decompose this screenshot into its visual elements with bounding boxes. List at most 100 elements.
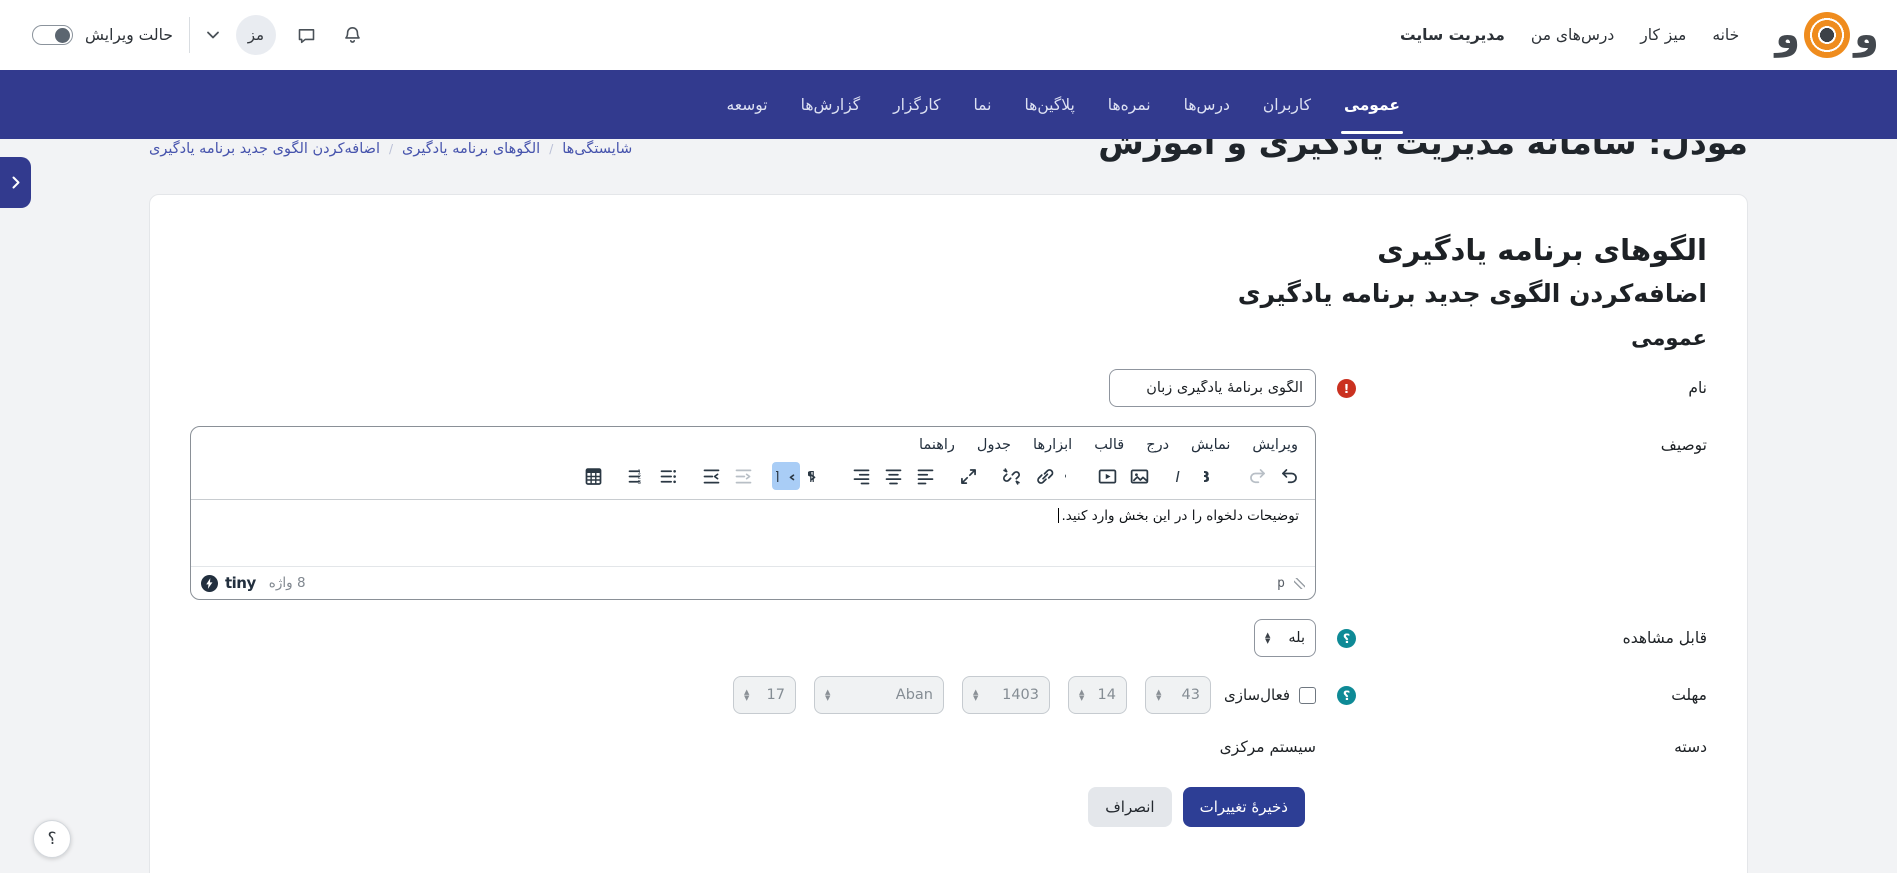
notifications-bell-icon[interactable] (338, 20, 368, 50)
outdent-icon[interactable] (697, 462, 725, 490)
breadcrumb-link[interactable]: الگوهای برنامه یادگیری (402, 141, 540, 157)
topbar-link[interactable]: خانه (1712, 22, 1739, 48)
navbar-tab[interactable]: کارگزار (893, 70, 940, 139)
topbar-nav: خانه میز کار درس‌های من مدیریت سایت (1400, 22, 1739, 48)
select-arrows-icon: ▲▼ (1156, 689, 1161, 701)
site-logo[interactable]: و وبو و (1775, 12, 1879, 58)
month-select[interactable]: Aban▲▼ (814, 676, 944, 714)
rtl-icon[interactable] (772, 462, 800, 490)
duedate-enable-checkbox[interactable] (1299, 687, 1316, 704)
editor-menu-item[interactable]: نمایش (1182, 433, 1239, 457)
text-caret (1058, 508, 1060, 523)
day-select-value: 17 (767, 687, 785, 703)
user-menu-chevron-down-icon[interactable] (206, 31, 220, 40)
tiny-logo-icon[interactable] (201, 575, 218, 592)
help-fab-button[interactable]: ؟ (33, 820, 71, 858)
category-row: دسته سیستم مرکزی (190, 738, 1707, 756)
fullscreen-icon[interactable] (954, 462, 982, 490)
topbar-link[interactable]: میز کار (1640, 22, 1686, 48)
help-icon[interactable]: ؟ (1337, 629, 1356, 648)
duedate-selects: 43 ▲▼ 14 ▲▼ 1403▲▼ Aban▲▼ 17 ▲▼ (733, 676, 1211, 714)
tiny-brand-label[interactable]: tiny (225, 574, 256, 592)
breadcrumb-separator: / (549, 142, 553, 156)
select-arrows-icon: ▲▼ (1079, 689, 1084, 701)
select-arrows-icon: ▲▼ (744, 689, 749, 701)
element-path[interactable]: p (1277, 576, 1285, 591)
editor-menu-item[interactable]: درج (1137, 433, 1178, 457)
bold-icon[interactable] (1200, 462, 1228, 490)
breadcrumb-link[interactable]: شایستگی‌ها (562, 141, 632, 157)
divider (189, 17, 190, 53)
select-arrows-icon: ▲▼ (1265, 632, 1270, 644)
editor-menu-item[interactable]: جدول (968, 433, 1020, 457)
navbar-tab[interactable]: درس‌ها (1184, 70, 1230, 139)
image-icon[interactable] (1125, 462, 1153, 490)
minute-select-value: 43 (1182, 687, 1200, 703)
editor-menu-item[interactable]: راهنما (910, 433, 964, 457)
h5p-icon[interactable] (1061, 462, 1089, 490)
align-left-icon[interactable] (911, 462, 939, 490)
link-icon[interactable] (1029, 462, 1057, 490)
minute-select[interactable]: 43 ▲▼ (1145, 676, 1211, 714)
editor-resize-handle[interactable] (1294, 578, 1305, 589)
description-row: توصیف ویرایشنمایشدرجقالبابزارهاجدولراهنم… (190, 426, 1707, 600)
navbar-tab[interactable]: نمره‌ها (1108, 70, 1151, 139)
editor-content[interactable]: توضیحات دلخواه را در این بخش وارد کنید. (191, 500, 1315, 566)
drawer-open-chevron-icon[interactable] (0, 157, 31, 208)
editor-text: توضیحات دلخواه را در این بخش وارد کنید. (1061, 508, 1299, 524)
name-input[interactable] (1109, 369, 1316, 407)
category-label: دسته (1377, 738, 1707, 756)
duedate-label: مهلت (1377, 686, 1707, 704)
tiny-editor: ویرایشنمایشدرجقالبابزارهاجدولراهنما توضی… (190, 426, 1316, 600)
navbar-tab[interactable]: پلاگین‌ها (1024, 70, 1074, 139)
logo-ring-icon (1804, 12, 1850, 58)
help-icon[interactable]: ؟ (1337, 686, 1356, 705)
ltr-icon[interactable] (804, 462, 832, 490)
day-select[interactable]: 17 ▲▼ (733, 676, 796, 714)
topbar-link[interactable]: درس‌های من (1531, 22, 1614, 48)
logo-letter: و (1775, 15, 1800, 55)
numlist-icon[interactable] (622, 462, 650, 490)
form-card: الگوهای برنامه یادگیری اضافه‌کردن الگوی … (149, 194, 1748, 873)
section-heading: الگوهای برنامه یادگیری (190, 233, 1707, 267)
editor-menu-item[interactable]: ویرایش (1243, 433, 1307, 457)
duedate-row: مهلت ؟ فعال‌سازی 43▲▼14▲▼1403▲▼Aban▲▼17▲… (190, 676, 1707, 714)
media-icon[interactable] (1093, 462, 1121, 490)
navbar-tab[interactable]: عمومی (1344, 70, 1400, 139)
navbar-tab[interactable]: نما (973, 70, 991, 139)
user-avatar[interactable]: مز (236, 15, 276, 55)
table-icon[interactable] (579, 462, 607, 490)
navbar-tab[interactable]: توسعه (726, 70, 767, 139)
topbar-link[interactable]: مدیریت سایت (1400, 22, 1505, 48)
navbar-tab[interactable]: گزارش‌ها (801, 70, 861, 139)
bullist-icon[interactable] (654, 462, 682, 490)
editor-menu-item[interactable]: ابزارها (1024, 433, 1081, 457)
navbar-tab[interactable]: کاربران (1263, 70, 1311, 139)
redo-icon[interactable] (1243, 462, 1271, 490)
year-select[interactable]: 1403▲▼ (962, 676, 1050, 714)
logo-letter: و (1854, 15, 1879, 55)
visible-select-value: بله (1288, 630, 1305, 646)
hour-select-value: 14 (1098, 687, 1116, 703)
cancel-button[interactable]: انصراف (1088, 787, 1171, 827)
indent-icon[interactable] (729, 462, 757, 490)
align-right-icon[interactable] (847, 462, 875, 490)
save-button[interactable]: ذخیرهٔ تغییرات (1183, 787, 1305, 827)
visible-row: قابل مشاهده ؟ بله ▲▼ (190, 619, 1707, 657)
visible-select[interactable]: بله ▲▼ (1254, 619, 1316, 657)
editor-menubar: ویرایشنمایشدرجقالبابزارهاجدولراهنما (191, 427, 1315, 457)
italic-icon[interactable] (1168, 462, 1196, 490)
undo-icon[interactable] (1275, 462, 1303, 490)
unlink-icon[interactable] (997, 462, 1025, 490)
breadcrumb-link[interactable]: اضافه‌کردن الگوی جدید برنامه یادگیری (149, 141, 380, 157)
month-select-value: Aban (896, 687, 933, 703)
visible-label: قابل مشاهده (1377, 629, 1707, 647)
edit-mode-toggle[interactable] (32, 25, 73, 45)
name-label: نام (1377, 379, 1707, 397)
align-center-icon[interactable] (879, 462, 907, 490)
hour-select[interactable]: 14 ▲▼ (1068, 676, 1127, 714)
editor-menu-item[interactable]: قالب (1085, 433, 1133, 457)
messages-chat-icon[interactable] (292, 20, 322, 50)
section-subheading: اضافه‌کردن الگوی جدید برنامه یادگیری (190, 279, 1707, 308)
breadcrumb: شایستگی‌ها/الگوهای برنامه یادگیری/اضافه‌… (149, 141, 632, 157)
